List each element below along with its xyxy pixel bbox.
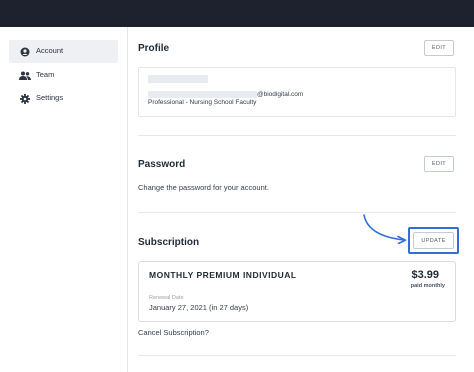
gear-icon	[18, 92, 31, 105]
top-navigation-bar	[0, 0, 474, 27]
divider	[138, 135, 456, 136]
renewal-date-label: Renewal Date	[149, 295, 184, 301]
sidebar-item-label: Account	[36, 46, 64, 55]
password-description: Change the password for your account.	[138, 183, 269, 192]
cancel-subscription-link[interactable]: Cancel Subscription?	[138, 328, 209, 337]
sidebar: Account Team Settings	[0, 27, 128, 372]
password-edit-button[interactable]: EDIT	[424, 156, 454, 172]
plan-price: $3.99	[411, 269, 439, 281]
subscription-card: MONTHLY PREMIUM INDIVIDUAL Renewal Date …	[138, 261, 456, 322]
profile-email: @biodigital.com	[257, 91, 304, 98]
profile-title: Profile	[138, 43, 170, 54]
sidebar-item-label: Team	[36, 70, 55, 79]
arrow-annotation-icon	[363, 214, 407, 244]
profile-role: Professional - Nursing School Faculty	[148, 99, 257, 106]
sidebar-item-account[interactable]: Account	[9, 40, 118, 63]
subscription-update-button[interactable]: UPDATE	[413, 232, 454, 249]
sidebar-item-label: Settings	[36, 93, 64, 102]
billing-period: paid monthly	[410, 283, 445, 289]
profile-card: @biodigital.com Professional - Nursing S…	[138, 67, 456, 117]
subscription-title: Subscription	[138, 237, 200, 248]
renewal-date: January 27, 2021 (in 27 days)	[149, 303, 249, 312]
user-circle-icon	[18, 45, 31, 58]
sidebar-item-team[interactable]: Team	[9, 64, 118, 87]
redacted-name	[148, 75, 208, 83]
plan-name: MONTHLY PREMIUM INDIVIDUAL	[149, 270, 297, 280]
profile-edit-button[interactable]: EDIT	[424, 40, 454, 56]
password-title: Password	[138, 159, 186, 170]
sidebar-item-settings[interactable]: Settings	[9, 87, 118, 110]
divider	[138, 355, 456, 356]
team-icon	[18, 69, 31, 82]
redacted-email	[148, 91, 257, 98]
